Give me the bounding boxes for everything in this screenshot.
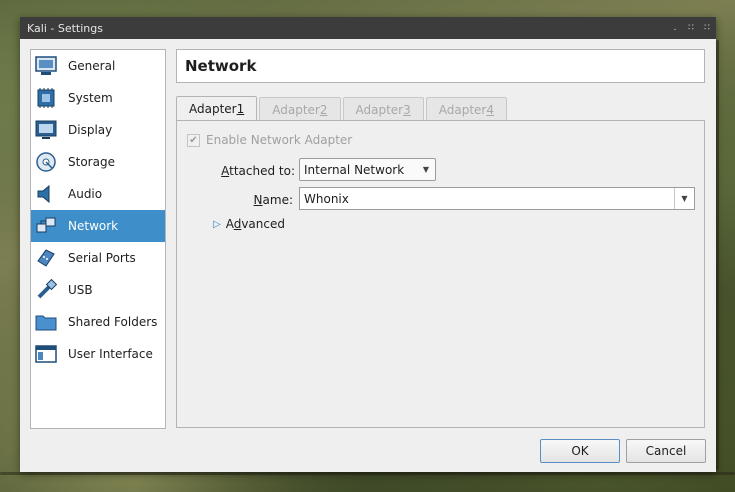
sidebar-item-general[interactable]: General xyxy=(31,50,165,82)
sidebar-item-usb[interactable]: USB xyxy=(31,274,165,306)
settings-sidebar: General System Display Storage Audio Net… xyxy=(30,49,166,429)
page-title: Network xyxy=(176,49,705,83)
display-icon xyxy=(35,119,57,141)
accel-letter: N xyxy=(253,193,263,207)
tab-adapter-1[interactable]: Adapter 1 xyxy=(176,96,258,121)
tab-label: Adapter xyxy=(272,102,320,117)
tab-accel: 1 xyxy=(236,102,245,116)
attached-to-label: Attached to: xyxy=(207,164,295,178)
tab-adapter-4[interactable]: Adapter 4 xyxy=(425,97,507,121)
label-text: ttached to: xyxy=(229,164,295,178)
accel-letter: A xyxy=(221,164,230,178)
adapter-panel: ✔ Enable Network Adapter Attached to: In… xyxy=(176,120,705,428)
tab-label: Adapter xyxy=(438,102,487,117)
sidebar-item-label: Display xyxy=(68,123,113,137)
sidebar-item-display[interactable]: Display xyxy=(31,114,165,146)
sidebar-item-label: General xyxy=(68,59,116,73)
title-bar[interactable]: Kali - Settings ․ ∷ ∷ xyxy=(20,17,716,39)
sidebar-item-storage[interactable]: Storage xyxy=(31,146,165,178)
tab-accel: 4 xyxy=(486,102,494,117)
settings-window: Kali - Settings ․ ∷ ∷ General System Dis… xyxy=(20,17,716,472)
sidebar-item-label: Storage xyxy=(68,155,115,169)
advanced-label: Advanced xyxy=(226,217,285,231)
network-icon xyxy=(35,215,57,237)
sidebar-item-label: USB xyxy=(68,283,93,297)
label-text: ame: xyxy=(262,193,293,207)
close-icon[interactable]: ∷ xyxy=(700,21,714,35)
advanced-toggle[interactable]: ▷ Advanced xyxy=(213,217,285,231)
sidebar-item-system[interactable]: System xyxy=(31,82,165,114)
name-label: Name: xyxy=(207,193,293,207)
speaker-icon xyxy=(35,183,57,205)
attached-to-value: Internal Network xyxy=(304,162,405,177)
label-text: vanced xyxy=(241,217,285,231)
disc-icon xyxy=(35,151,57,173)
name-combobox[interactable]: Whonix ▼ xyxy=(299,187,695,210)
sidebar-item-shared-folders[interactable]: Shared Folders xyxy=(31,306,165,338)
label-text: A xyxy=(225,217,234,231)
chevron-down-icon: ▼ xyxy=(422,165,430,174)
enable-adapter-row: ✔ Enable Network Adapter xyxy=(187,133,352,147)
maximize-icon[interactable]: ∷ xyxy=(684,21,698,35)
tab-accel: 3 xyxy=(403,102,411,117)
folder-icon xyxy=(35,311,57,333)
cancel-button[interactable]: Cancel xyxy=(626,439,706,463)
sidebar-item-audio[interactable]: Audio xyxy=(31,178,165,210)
background-branch xyxy=(716,40,719,470)
sidebar-item-label: System xyxy=(68,91,113,105)
expand-arrow-icon: ▷ xyxy=(213,218,221,230)
ok-button[interactable]: OK xyxy=(540,439,620,463)
tab-adapter-2[interactable]: Adapter 2 xyxy=(259,97,341,121)
monitor-icon xyxy=(35,55,57,77)
sidebar-item-user-interface[interactable]: User Interface xyxy=(31,338,165,370)
tab-accel: 2 xyxy=(319,102,328,117)
tab-label: Adapter xyxy=(355,102,404,117)
background-branch xyxy=(0,472,735,475)
chevron-down-icon[interactable]: ▼ xyxy=(674,188,694,209)
enable-adapter-label: Enable Network Adapter xyxy=(206,133,353,147)
tab-label: Adapter xyxy=(189,102,237,116)
enable-adapter-checkbox[interactable]: ✔ xyxy=(187,133,200,147)
tab-adapter-3[interactable]: Adapter 3 xyxy=(342,97,424,121)
sidebar-item-label: Network xyxy=(68,219,119,233)
window-title: Kali - Settings xyxy=(27,21,103,35)
sidebar-item-label: User Interface xyxy=(68,347,153,361)
minimize-icon[interactable]: ․ xyxy=(668,21,682,35)
sidebar-item-network[interactable]: Network xyxy=(31,210,165,242)
window-icon xyxy=(35,343,57,365)
sidebar-item-label: Serial Ports xyxy=(68,251,136,265)
serial-port-icon xyxy=(35,247,57,269)
adapter-tabs: Adapter 1 Adapter 2 Adapter 3 Adapter 4 xyxy=(176,96,509,121)
attached-to-select[interactable]: Internal Network ▼ xyxy=(299,158,436,181)
name-value[interactable]: Whonix xyxy=(304,192,349,206)
chip-icon xyxy=(35,87,57,109)
sidebar-item-serial-ports[interactable]: Serial Ports xyxy=(31,242,165,274)
sidebar-item-label: Audio xyxy=(68,187,103,201)
usb-icon xyxy=(35,279,57,301)
sidebar-item-label: Shared Folders xyxy=(68,315,158,329)
